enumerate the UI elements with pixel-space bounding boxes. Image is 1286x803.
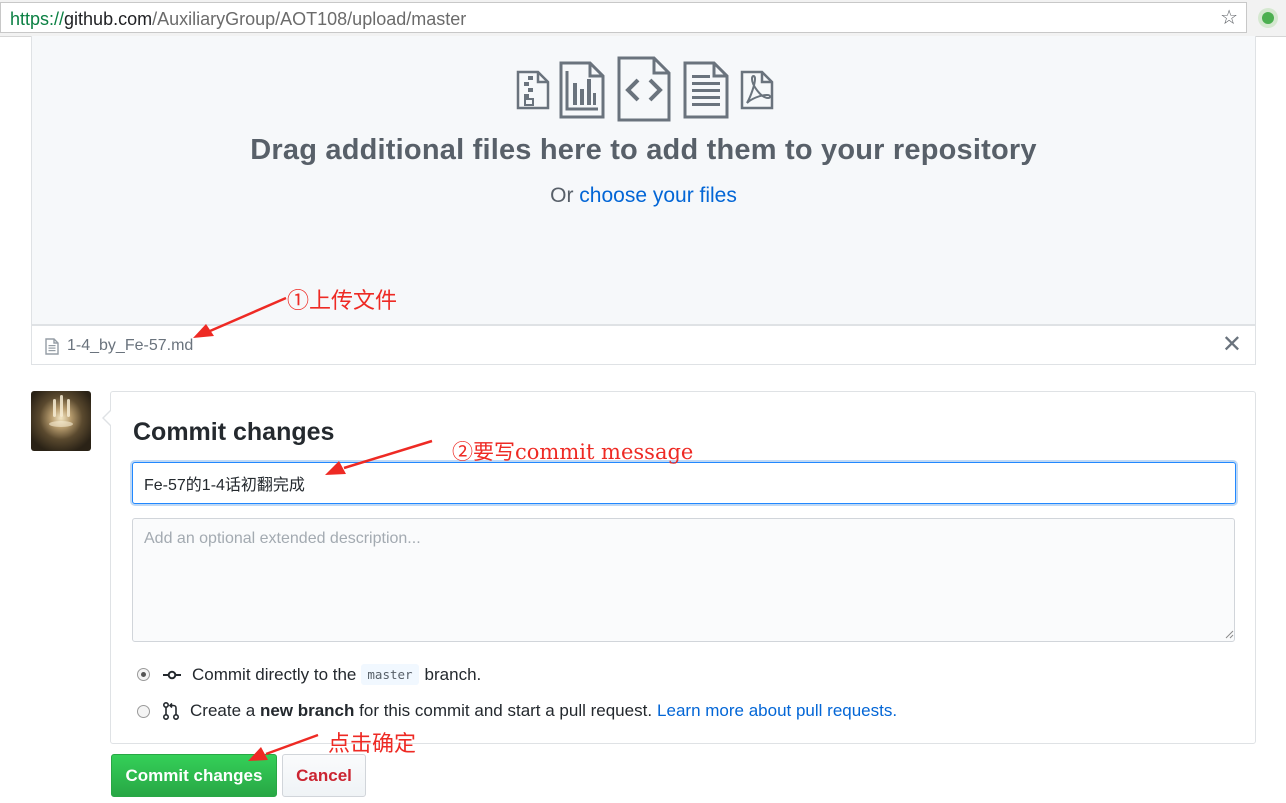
zip-file-icon — [516, 70, 550, 110]
url-host: github.com — [64, 9, 153, 29]
choose-files-link[interactable]: choose your files — [579, 184, 737, 207]
code-file-icon — [617, 56, 671, 122]
option-commit-directly[interactable]: Commit directly to the master branch. — [137, 664, 481, 685]
learn-more-pull-requests-link[interactable]: Learn more about pull requests. — [657, 701, 897, 721]
star-icon[interactable]: ☆ — [1220, 6, 1238, 30]
commit-heading: Commit changes — [133, 418, 335, 446]
file-drop-zone[interactable]: Drag additional files here to add them t… — [31, 36, 1256, 325]
uploaded-file-row: 1-4_by_Fe-57.md ✕ — [31, 325, 1256, 365]
pull-request-icon — [163, 702, 179, 720]
text-file-icon — [683, 61, 729, 119]
url-scheme: https:// — [10, 9, 65, 29]
resize-handle-icon[interactable] — [1225, 630, 1234, 639]
git-commit-icon — [163, 670, 181, 680]
drop-zone-subtitle: Or choose your files — [32, 184, 1255, 208]
url-path: /AuxiliaryGroup/AOT108/upload/master — [152, 9, 467, 29]
annotation-upload-file: ①上传文件 — [287, 289, 398, 314]
uploaded-file-name: 1-4_by_Fe-57.md — [67, 337, 194, 354]
option-new-branch-text: Create a — [190, 701, 256, 720]
green-dot-icon[interactable] — [1258, 8, 1278, 28]
browser-toolbar: https://github.com/AuxiliaryGroup/AOT108… — [0, 0, 1286, 37]
file-type-icons — [515, 56, 775, 122]
url-text[interactable]: https://github.com/AuxiliaryGroup/AOT108… — [10, 9, 466, 30]
option-direct-text: Commit directly to the — [192, 664, 357, 684]
close-icon[interactable]: ✕ — [1222, 332, 1242, 358]
chart-file-icon — [559, 61, 605, 119]
annotation-commit-message: ②要写commit message — [452, 440, 694, 464]
new-branch-bold: new branch — [259, 701, 355, 720]
commit-description-input[interactable] — [132, 518, 1235, 642]
cancel-button[interactable]: Cancel — [282, 754, 366, 797]
drop-zone-title: Drag additional files here to add them t… — [250, 134, 1037, 166]
option-new-branch[interactable]: Create a new branch for this commit and … — [137, 701, 897, 721]
pdf-file-icon — [740, 70, 774, 110]
commit-summary-input[interactable] — [132, 462, 1236, 504]
option-new-branch-suffix: for this commit and start a pull request… — [359, 701, 653, 720]
radio-new-branch[interactable] — [137, 704, 150, 718]
avatar[interactable] — [31, 391, 91, 451]
or-text: Or — [550, 184, 574, 207]
option-direct-suffix: branch. — [424, 664, 482, 684]
branch-name-badge: master — [361, 664, 419, 685]
document-icon — [45, 338, 59, 355]
radio-commit-directly[interactable] — [137, 668, 150, 681]
commit-changes-button[interactable]: Commit changes — [111, 754, 277, 797]
address-bar[interactable]: https://github.com/AuxiliaryGroup/AOT108… — [0, 2, 1247, 33]
annotation-click-confirm: 点击确定 — [328, 732, 417, 757]
